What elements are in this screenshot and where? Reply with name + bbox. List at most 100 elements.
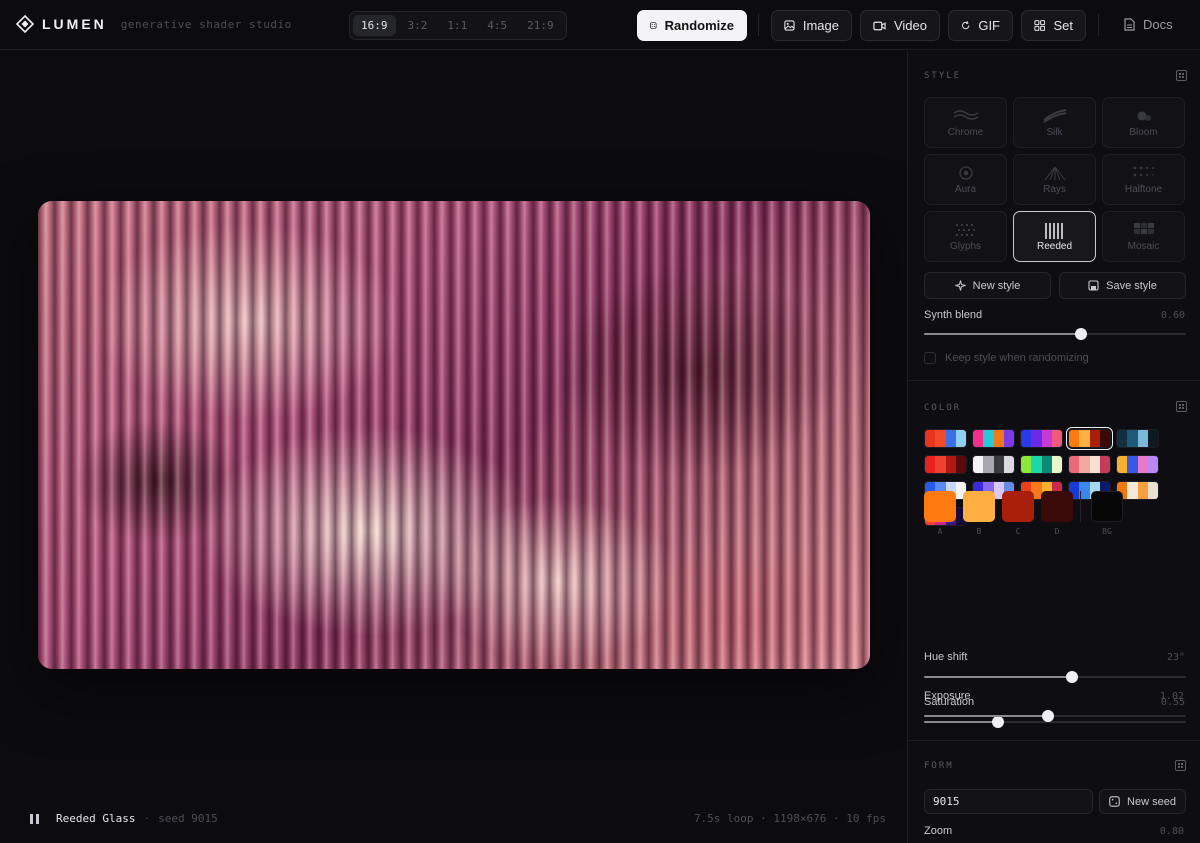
export-video-button[interactable]: Video <box>860 10 940 41</box>
palette-option[interactable] <box>924 455 967 474</box>
saturation-slider[interactable] <box>924 716 1186 728</box>
palette-color <box>1031 430 1042 447</box>
randomize-form-icon[interactable] <box>1175 760 1186 771</box>
swatch-b[interactable]: B <box>963 491 995 536</box>
swatch-color[interactable] <box>963 491 995 522</box>
dice-icon <box>650 22 657 29</box>
render-stats: 7.5s loop · 1198×676 · 10 fps <box>693 812 886 825</box>
bloom-icon <box>1137 111 1151 121</box>
style-tile-reeded[interactable]: Reeded <box>1013 211 1096 262</box>
swatch-color[interactable] <box>1002 491 1034 522</box>
color-section: COLOR A B C D BG Hue shift 23° Saturatio… <box>908 382 1200 741</box>
palette-option[interactable] <box>1066 427 1113 450</box>
export-set-button[interactable]: Set <box>1021 10 1086 41</box>
palette-color <box>945 430 956 447</box>
docs-link[interactable]: Docs <box>1124 17 1173 32</box>
new-seed-button[interactable]: New seed <box>1099 789 1186 814</box>
palette-color <box>1031 456 1042 473</box>
swatch-bg[interactable]: BG <box>1091 491 1123 536</box>
style-tile-mosaic[interactable]: Mosaic <box>1102 211 1185 262</box>
palette-color <box>1021 430 1032 447</box>
ratio-21-9[interactable]: 21:9 <box>519 15 562 36</box>
aura-icon <box>958 166 973 180</box>
brand-name: LUMEN <box>42 16 107 32</box>
style-tile-label: Chrome <box>947 127 984 138</box>
halftone-icon <box>1133 166 1154 177</box>
slider-thumb[interactable] <box>1065 671 1078 683</box>
swatch-color[interactable] <box>1091 491 1123 522</box>
palette-color <box>1147 430 1158 447</box>
synth-blend-label: Synth blend <box>924 309 983 321</box>
style-tile-glyphs[interactable]: Glyphs <box>924 211 1007 262</box>
palette-option[interactable] <box>1116 455 1159 474</box>
palette-option[interactable] <box>1020 455 1063 474</box>
palette-color <box>1089 430 1100 447</box>
save-style-button[interactable]: Save style <box>1059 272 1186 299</box>
palette-option[interactable] <box>972 429 1015 448</box>
hue-shift-label: Hue shift <box>924 651 968 663</box>
randomize-color-icon[interactable] <box>1176 401 1187 412</box>
swatch-color[interactable] <box>924 491 956 522</box>
ratio-4-5[interactable]: 4:5 <box>479 15 515 36</box>
palette-color <box>1137 430 1148 447</box>
exposure-slider[interactable] <box>924 710 1186 722</box>
style-tile-halftone[interactable]: Halftone <box>1102 154 1185 205</box>
swatch-color[interactable] <box>1041 491 1073 522</box>
swatch-d[interactable]: D <box>1041 491 1073 536</box>
form-heading: FORM <box>924 761 954 771</box>
palette-color <box>1089 456 1100 473</box>
keep-style-option[interactable]: Keep style when randomizing <box>924 352 1089 364</box>
palette-option[interactable] <box>972 455 1015 474</box>
palette-color <box>993 456 1004 473</box>
refresh-icon <box>961 21 970 30</box>
export-image-button[interactable]: Image <box>771 10 852 41</box>
sparkle-icon <box>955 280 966 291</box>
slider-thumb[interactable] <box>1041 710 1054 722</box>
export-gif-button[interactable]: GIF <box>948 10 1013 41</box>
style-tile-silk[interactable]: Silk <box>1013 97 1096 148</box>
style-tile-chrome[interactable]: Chrome <box>924 97 1007 148</box>
randomize-button[interactable]: Randomize <box>637 10 747 41</box>
slider-thumb[interactable] <box>1075 328 1088 340</box>
shader-preview[interactable] <box>38 201 870 669</box>
dice-icon <box>1109 796 1120 807</box>
toolbar-divider <box>1098 14 1099 36</box>
synth-blend-slider[interactable] <box>924 328 1186 340</box>
separator-dot: · <box>143 812 151 825</box>
slider-thumb[interactable] <box>991 716 1004 728</box>
style-tile-rays[interactable]: Rays <box>1013 154 1096 205</box>
aspect-ratio-selector: 16:9 3:2 1:1 4:5 21:9 <box>349 11 567 40</box>
palette-option[interactable] <box>1020 429 1063 448</box>
new-style-button[interactable]: New style <box>924 272 1051 299</box>
diamond-logo-icon <box>16 15 34 33</box>
brand: LUMEN generative shader studio <box>16 15 292 33</box>
palette-color <box>935 430 946 447</box>
image-icon <box>784 20 795 31</box>
palette-option[interactable] <box>1116 429 1159 448</box>
swatch-c[interactable]: C <box>1002 491 1034 536</box>
docs-label: Docs <box>1143 17 1173 32</box>
style-tile-bloom[interactable]: Bloom <box>1102 97 1185 148</box>
shader-seed: seed 9015 <box>158 812 218 825</box>
palette-option[interactable] <box>924 429 967 448</box>
swatch-a[interactable]: A <box>924 491 956 536</box>
randomize-style-icon[interactable] <box>1176 70 1187 81</box>
swatch-label: A <box>937 527 943 536</box>
ratio-16-9[interactable]: 16:9 <box>353 15 396 36</box>
style-tile-aura[interactable]: Aura <box>924 154 1007 205</box>
image-label: Image <box>802 18 839 33</box>
palette-color <box>983 456 994 473</box>
palette-color <box>1117 456 1128 473</box>
keep-style-checkbox[interactable] <box>924 352 936 364</box>
hue-shift-slider[interactable] <box>924 671 1186 683</box>
synth-blend-value: 0.60 <box>1160 310 1185 321</box>
ratio-1-1[interactable]: 1:1 <box>439 15 475 36</box>
palette-color <box>1137 482 1148 499</box>
video-camera-icon <box>873 21 886 30</box>
seed-input[interactable]: 9015 <box>924 789 1093 814</box>
palette-color <box>1137 456 1148 473</box>
palette-option[interactable] <box>1068 455 1111 474</box>
keep-style-label: Keep style when randomizing <box>945 352 1089 364</box>
pause-icon[interactable] <box>30 813 40 824</box>
ratio-3-2[interactable]: 3:2 <box>400 15 436 36</box>
